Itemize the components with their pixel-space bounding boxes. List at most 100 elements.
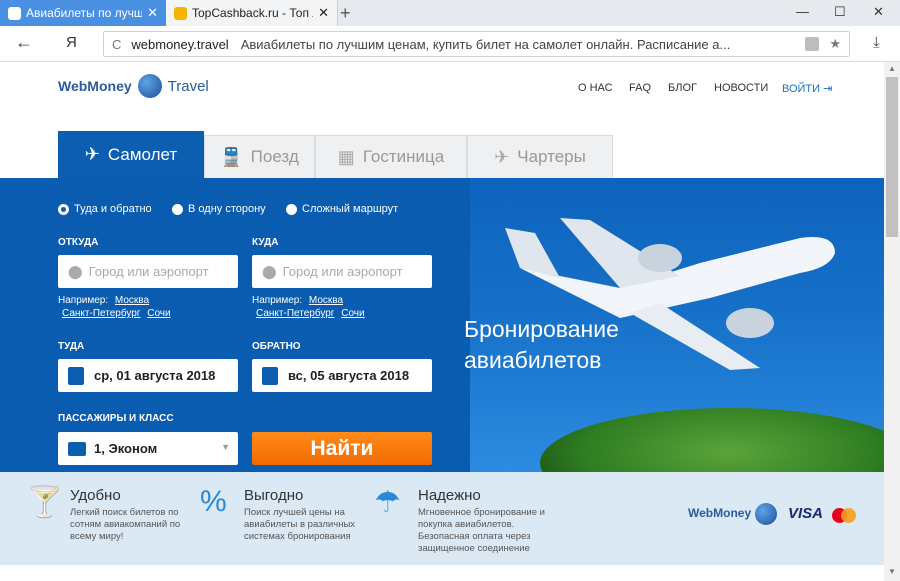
browser-tab-topcashback[interactable]: TopCashback.ru - Топ лучши ✕	[166, 0, 338, 26]
webmoney-globe-icon	[755, 503, 777, 525]
example-moscow-link[interactable]: Москва	[309, 295, 343, 306]
webmoney-payment-logo: WebMoney	[688, 506, 752, 520]
new-tab-icon[interactable]: +	[340, 3, 351, 24]
example-spb-link[interactable]: Санкт-Петербург	[62, 308, 140, 319]
to-label: КУДА	[252, 237, 279, 248]
page-scrollbar[interactable]: ▲ ▼	[884, 62, 900, 581]
hero-line-2: авиабилетов	[464, 347, 602, 373]
scroll-up-icon[interactable]: ▲	[888, 64, 896, 73]
location-pin-icon: ⬤	[262, 263, 277, 279]
chevron-down-icon: ▼	[221, 442, 230, 452]
umbrella-icon: ☂	[374, 486, 401, 519]
url-field[interactable]: C webmoney.travel Авиабилеты по лучшим ц…	[103, 31, 850, 57]
depart-date-input[interactable]: ср, 01 августа 2018	[58, 359, 238, 392]
example-label: Например:	[58, 295, 109, 306]
hero-heading: Бронирование авиабилетов	[464, 314, 619, 376]
maximize-icon[interactable]: ☐	[834, 4, 846, 20]
feature-title: Надежно	[418, 487, 481, 504]
nav-login[interactable]: ВОЙТИ ⇥	[782, 82, 832, 95]
return-date-value: вс, 05 августа 2018	[288, 368, 410, 383]
to-examples-row2: Санкт-Петербург Сочи	[252, 308, 365, 319]
tab-label: Поезд	[250, 147, 299, 166]
bookmark-star-icon[interactable]: ★	[829, 36, 841, 52]
return-label: ОБРАТНО	[252, 341, 301, 352]
passenger-icon	[68, 441, 86, 456]
browser-tab-title: TopCashback.ru - Топ лучши	[192, 6, 313, 20]
depart-label: ТУДА	[58, 341, 85, 352]
to-examples: Например: Москва	[252, 295, 343, 306]
location-pin-icon: ⬤	[68, 263, 83, 279]
url-page-title: Авиабилеты по лучшим ценам, купить билет…	[240, 36, 731, 52]
scrollbar-thumb[interactable]	[886, 77, 898, 237]
radio-one-way[interactable]: В одну сторону	[172, 203, 266, 215]
calendar-icon	[262, 366, 278, 385]
example-moscow-link[interactable]: Москва	[115, 295, 149, 306]
to-input[interactable]: ⬤ Город или аэропорт	[252, 255, 432, 288]
nav-about[interactable]: О НАС	[578, 82, 613, 94]
return-date-input[interactable]: вс, 05 августа 2018	[252, 359, 432, 392]
example-spb-link[interactable]: Санкт-Петербург	[256, 308, 334, 319]
webmoney-favicon-icon	[8, 6, 21, 20]
feature-desc: Легкий поиск билетов по сотням авиакомпа…	[70, 507, 181, 542]
tab-label: Чартеры	[517, 147, 586, 166]
pax-label: ПАССАЖИРЫ И КЛАСС	[58, 413, 174, 424]
login-label: ВОЙТИ	[782, 83, 821, 95]
back-arrow-icon[interactable]: ←	[15, 32, 33, 53]
window-close-icon[interactable]: ✕	[873, 4, 884, 20]
example-sochi-link[interactable]: Сочи	[341, 308, 364, 319]
reload-icon[interactable]: C	[112, 37, 121, 52]
tab-charters[interactable]: ✈ Чартеры	[467, 135, 613, 178]
pax-value: 1, Эконом	[94, 441, 158, 456]
hero-line-1: Бронирование	[464, 316, 619, 342]
find-button[interactable]: Найти	[252, 432, 432, 465]
feature-profitable: Выгодно Поиск лучшей цены на авиабилеты …	[244, 487, 364, 543]
radio-round-trip[interactable]: Туда и обратно	[58, 203, 152, 215]
tab-plane[interactable]: ✈ Самолет	[58, 131, 204, 178]
close-tab-icon[interactable]: ✕	[318, 5, 329, 21]
tab-label: Самолет	[107, 144, 178, 164]
calendar-icon	[68, 366, 84, 385]
feature-reliable: Надежно Мгновенное бронирование и покупк…	[418, 487, 568, 555]
browser-tab-title: Авиабилеты по лучшим	[26, 6, 143, 20]
topcashback-favicon-icon	[174, 6, 187, 20]
download-icon[interactable]: ⤓	[873, 34, 880, 51]
scroll-down-icon[interactable]: ▼	[888, 567, 896, 576]
from-examples: Например: Москва	[58, 295, 149, 306]
radio-multi-city[interactable]: Сложный маршрут	[286, 203, 398, 215]
feature-convenient: Удобно Легкий поиск билетов по сотням ав…	[70, 487, 190, 543]
example-label: Например:	[252, 295, 303, 306]
close-tab-icon[interactable]: ✕	[147, 5, 158, 21]
nav-news[interactable]: НОВОСТИ	[714, 82, 768, 94]
feature-desc: Мгновенное бронирование и покупка авиаби…	[418, 507, 545, 554]
minimize-icon[interactable]: —	[796, 4, 809, 19]
browser-tab-webmoney[interactable]: Авиабилеты по лучшим ✕	[0, 0, 166, 26]
mastercard-icon	[832, 508, 856, 523]
nav-faq[interactable]: FAQ	[629, 82, 651, 94]
radio-dot	[286, 203, 297, 215]
tab-train[interactable]: 🚆 Поезд	[204, 135, 315, 178]
radio-dot	[58, 203, 69, 215]
from-input[interactable]: ⬤ Город или аэропорт	[58, 255, 238, 288]
tab-label: Гостиница	[362, 147, 445, 166]
example-sochi-link[interactable]: Сочи	[147, 308, 170, 319]
visa-logo: VISA	[788, 505, 824, 522]
feature-title: Выгодно	[244, 487, 304, 504]
nav-blog[interactable]: БЛОГ	[668, 82, 697, 94]
feature-title: Удобно	[70, 487, 121, 504]
charter-plane-icon: ✈	[494, 146, 510, 167]
tab-hotel[interactable]: ▦ Гостиница	[315, 135, 467, 178]
lock-icon[interactable]	[805, 37, 820, 51]
cocktail-icon: 🍸	[26, 486, 64, 519]
logo-travel: Travel	[167, 77, 209, 95]
browser-tab-strip: Авиабилеты по лучшим ✕ TopCashback.ru - …	[0, 0, 900, 26]
address-bar: ← Я C webmoney.travel Авиабилеты по лучш…	[0, 26, 900, 62]
site-logo[interactable]: WebMoney Travel	[58, 74, 209, 98]
yandex-logo-icon[interactable]: Я	[66, 34, 77, 51]
to-placeholder: Город или аэропорт	[282, 264, 403, 279]
depart-date-value: ср, 01 августа 2018	[94, 368, 216, 383]
passengers-select[interactable]: 1, Эконом ▼	[58, 432, 238, 465]
page-bottom	[0, 565, 884, 581]
login-icon: ⇥	[823, 83, 833, 95]
percent-icon: %	[200, 485, 227, 518]
hotel-icon: ▦	[337, 146, 355, 167]
